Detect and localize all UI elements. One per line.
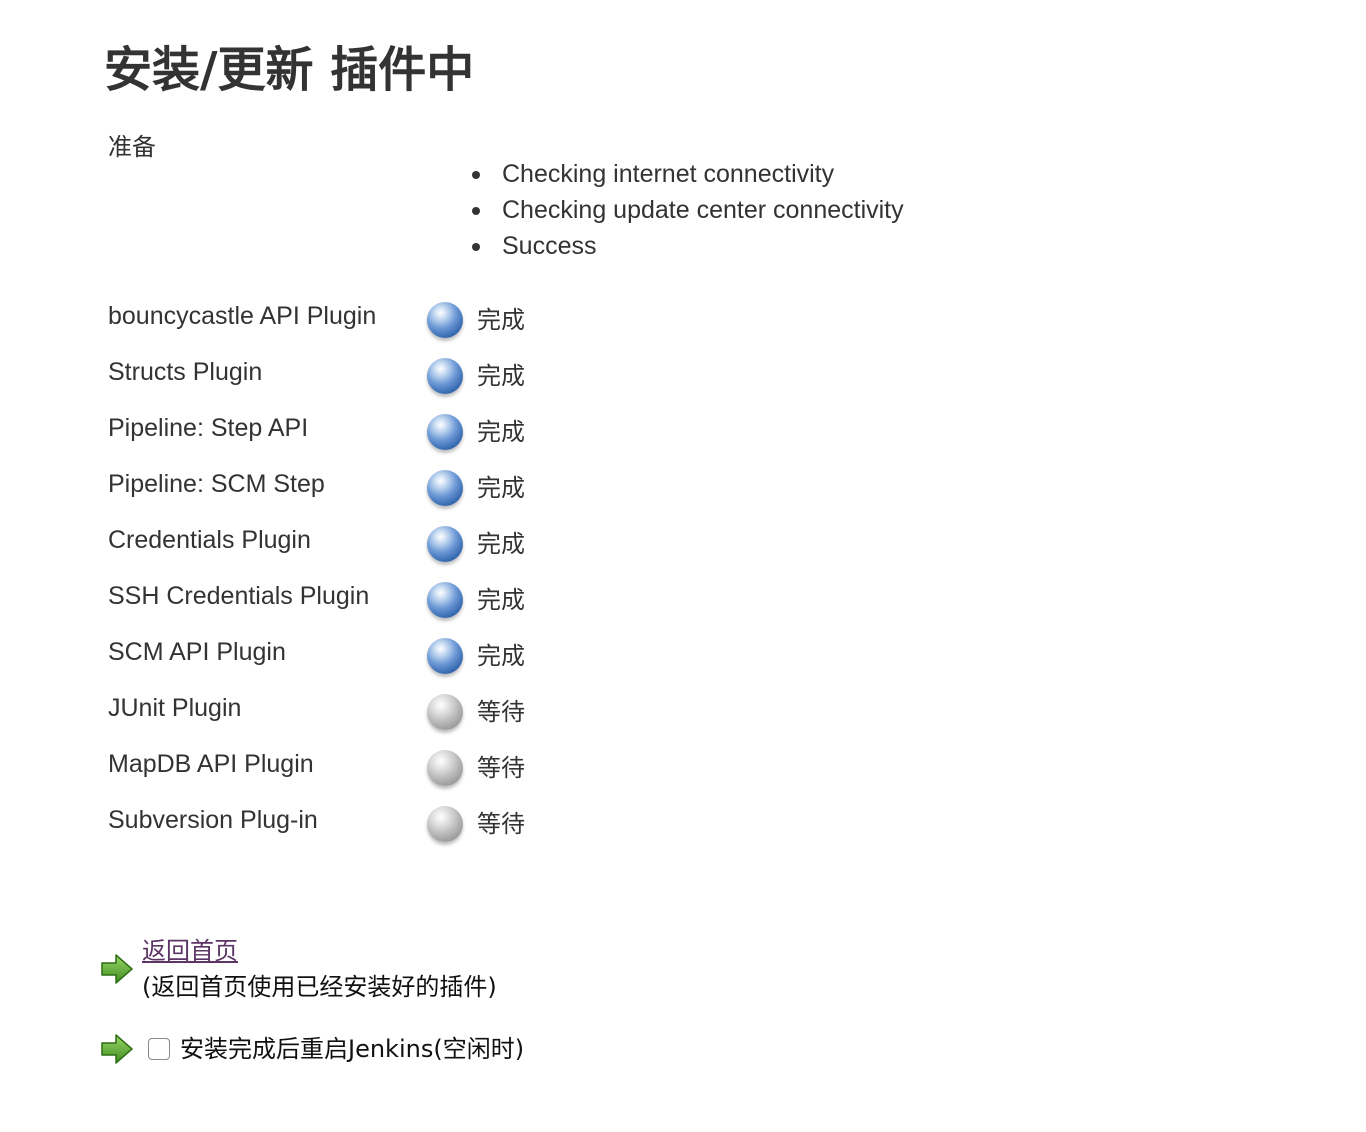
preparation-steps: Checking internet connectivity Checking … bbox=[468, 156, 904, 264]
preparation-step: Checking update center connectivity bbox=[468, 192, 904, 228]
plugin-name: JUnit Plugin bbox=[108, 694, 242, 722]
return-home-link[interactable]: 返回首页 bbox=[142, 934, 238, 968]
plugin-name: Structs Plugin bbox=[108, 358, 263, 386]
green-arrow-icon bbox=[101, 954, 133, 984]
plugin-name: MapDB API Plugin bbox=[108, 750, 314, 778]
blue-ball-icon bbox=[427, 470, 463, 506]
blue-ball-icon bbox=[427, 582, 463, 618]
plugin-status: 等待 bbox=[477, 754, 525, 782]
plugin-row: bouncycastle API Plugin 完成 bbox=[108, 294, 628, 350]
blue-ball-icon bbox=[427, 526, 463, 562]
preparation-label: 准备 bbox=[108, 133, 156, 161]
plugin-status: 完成 bbox=[477, 474, 525, 502]
plugin-row: Subversion Plug-in 等待 bbox=[108, 798, 628, 854]
grey-ball-icon bbox=[427, 694, 463, 730]
preparation-step: Checking internet connectivity bbox=[468, 156, 904, 192]
plugin-row: SCM API Plugin 完成 bbox=[108, 630, 628, 686]
blue-ball-icon bbox=[427, 302, 463, 338]
plugin-row: MapDB API Plugin 等待 bbox=[108, 742, 628, 798]
plugin-row: Structs Plugin 完成 bbox=[108, 350, 628, 406]
preparation-step-text: Checking update center connectivity bbox=[502, 196, 904, 224]
bullet-icon bbox=[472, 207, 480, 215]
plugin-row: Pipeline: Step API 完成 bbox=[108, 406, 628, 462]
plugin-status: 等待 bbox=[477, 698, 525, 726]
restart-after-install-label[interactable]: 安装完成后重启Jenkins(空闲时) bbox=[180, 1032, 524, 1066]
grey-ball-icon bbox=[427, 750, 463, 786]
plugin-name: Credentials Plugin bbox=[108, 526, 311, 554]
plugin-status: 完成 bbox=[477, 586, 525, 614]
plugin-row: Pipeline: SCM Step 完成 bbox=[108, 462, 628, 518]
plugin-name: bouncycastle API Plugin bbox=[108, 302, 377, 330]
plugin-name: Pipeline: SCM Step bbox=[108, 470, 325, 498]
green-arrow-icon bbox=[101, 1034, 133, 1064]
blue-ball-icon bbox=[427, 358, 463, 394]
bullet-icon bbox=[472, 171, 480, 179]
plugin-row: JUnit Plugin 等待 bbox=[108, 686, 628, 742]
grey-ball-icon bbox=[427, 806, 463, 842]
restart-after-install-checkbox[interactable] bbox=[148, 1038, 170, 1060]
plugin-status: 完成 bbox=[477, 642, 525, 670]
plugin-status: 完成 bbox=[477, 418, 525, 446]
page-title: 安装/更新 插件中 bbox=[104, 42, 475, 98]
plugin-status: 完成 bbox=[477, 362, 525, 390]
plugin-name: SSH Credentials Plugin bbox=[108, 582, 370, 610]
plugin-status-table: bouncycastle API Plugin 完成 Structs Plugi… bbox=[108, 294, 628, 854]
preparation-step: Success bbox=[468, 228, 904, 264]
plugin-name: Pipeline: Step API bbox=[108, 414, 309, 442]
bullet-icon bbox=[472, 243, 480, 251]
plugin-name: Subversion Plug-in bbox=[108, 806, 318, 834]
plugin-row: SSH Credentials Plugin 完成 bbox=[108, 574, 628, 630]
plugin-name: SCM API Plugin bbox=[108, 638, 286, 666]
return-home-description: (返回首页使用已经安装好的插件) bbox=[142, 973, 497, 1001]
blue-ball-icon bbox=[427, 638, 463, 674]
preparation-step-text: Success bbox=[502, 232, 597, 260]
plugin-status: 等待 bbox=[477, 810, 525, 838]
blue-ball-icon bbox=[427, 414, 463, 450]
plugin-row: Credentials Plugin 完成 bbox=[108, 518, 628, 574]
plugin-status: 完成 bbox=[477, 306, 525, 334]
preparation-step-text: Checking internet connectivity bbox=[502, 160, 835, 188]
plugin-status: 完成 bbox=[477, 530, 525, 558]
